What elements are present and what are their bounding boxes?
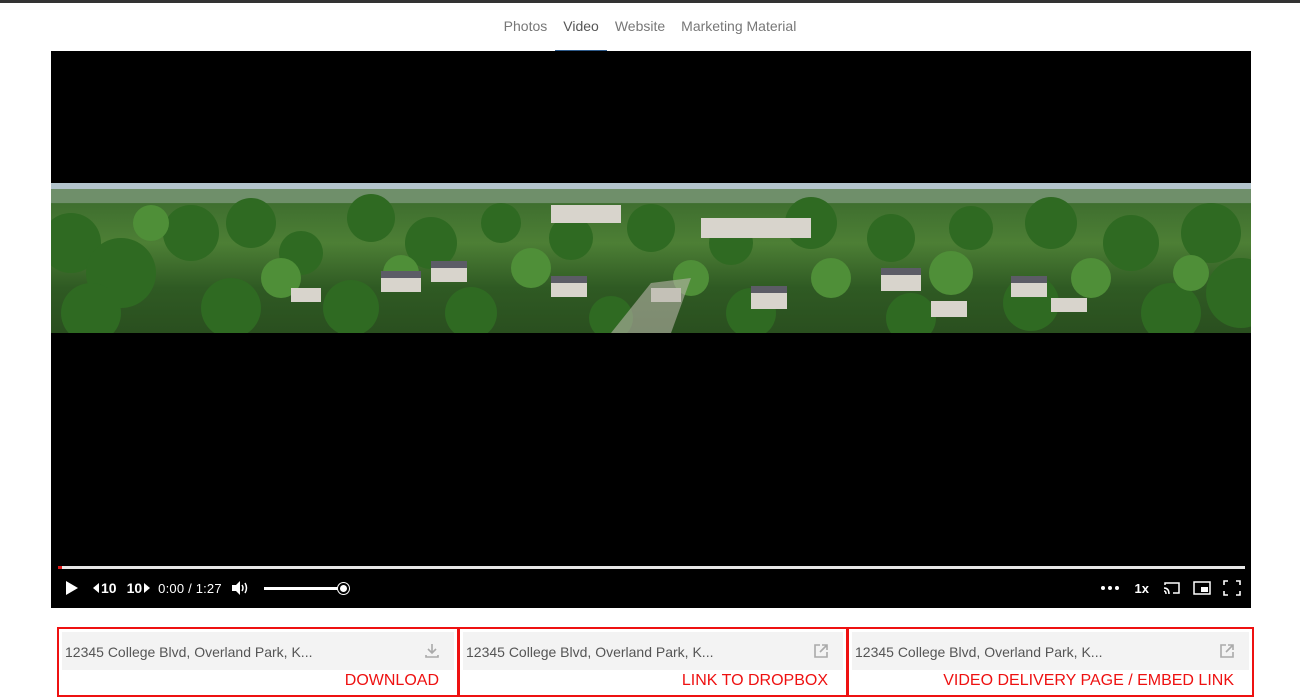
picture-in-picture-icon bbox=[1193, 581, 1211, 595]
play-icon bbox=[66, 581, 78, 595]
download-link-row[interactable]: 12345 College Blvd, Overland Park, K... bbox=[62, 632, 454, 670]
media-tabs: Photos Video Website Marketing Material bbox=[0, 12, 1300, 52]
volume-slider-handle[interactable] bbox=[337, 582, 349, 594]
more-options-button[interactable] bbox=[1099, 586, 1121, 590]
volume-slider[interactable] bbox=[263, 582, 349, 594]
cast-button[interactable] bbox=[1163, 581, 1181, 595]
delivery-page-link-row[interactable]: 12345 College Blvd, Overland Park, K... bbox=[852, 632, 1249, 670]
time-display: 0:00 / 1:27 bbox=[158, 580, 222, 596]
rewind-arrow-icon bbox=[93, 583, 99, 593]
volume-icon bbox=[231, 581, 248, 595]
player-controls: 10 10 0:00 / 1:27 1x bbox=[51, 575, 1251, 601]
delivery-page-annotation: VIDEO DELIVERY PAGE / EMBED LINK bbox=[943, 672, 1234, 689]
video-address: 12345 College Blvd, Overland Park, K... bbox=[65, 644, 313, 660]
download-annotation: DOWNLOAD bbox=[344, 672, 439, 689]
tab-photos[interactable]: Photos bbox=[496, 12, 556, 52]
tab-video[interactable]: Video bbox=[555, 12, 607, 52]
skip-forward-button[interactable]: 10 bbox=[127, 580, 151, 596]
video-frame-aerial-neighborhood[interactable] bbox=[51, 183, 1251, 333]
external-link-icon[interactable] bbox=[813, 643, 829, 659]
tab-website[interactable]: Website bbox=[607, 12, 673, 52]
tab-marketing-material[interactable]: Marketing Material bbox=[673, 12, 804, 52]
skip-back-button[interactable]: 10 bbox=[93, 580, 117, 596]
progress-bar[interactable] bbox=[58, 566, 1245, 569]
video-link-cards: 12345 College Blvd, Overland Park, K... … bbox=[57, 627, 1257, 699]
fullscreen-icon bbox=[1223, 580, 1241, 596]
dropbox-link-row[interactable]: 12345 College Blvd, Overland Park, K... bbox=[463, 632, 843, 670]
play-button[interactable] bbox=[63, 580, 81, 596]
delivery-page-card: 12345 College Blvd, Overland Park, K... … bbox=[847, 627, 1254, 697]
cast-icon bbox=[1163, 582, 1180, 595]
dropbox-card: 12345 College Blvd, Overland Park, K... … bbox=[458, 627, 848, 697]
fullscreen-button[interactable] bbox=[1223, 580, 1241, 596]
skip-back-label: 10 bbox=[101, 580, 117, 596]
forward-arrow-icon bbox=[144, 583, 151, 593]
video-address: 12345 College Blvd, Overland Park, K... bbox=[855, 644, 1103, 660]
playback-speed-button[interactable]: 1x bbox=[1135, 581, 1149, 596]
external-link-icon[interactable] bbox=[1219, 643, 1235, 659]
skip-forward-label: 10 bbox=[126, 580, 143, 596]
video-address: 12345 College Blvd, Overland Park, K... bbox=[466, 644, 714, 660]
download-card: 12345 College Blvd, Overland Park, K... … bbox=[57, 627, 459, 697]
more-dots-icon bbox=[1100, 586, 1119, 590]
video-player[interactable]: 10 10 0:00 / 1:27 1x bbox=[51, 51, 1251, 608]
top-border bbox=[0, 0, 1300, 3]
picture-in-picture-button[interactable] bbox=[1193, 581, 1211, 595]
dropbox-annotation: LINK TO DROPBOX bbox=[681, 672, 828, 689]
volume-button[interactable] bbox=[231, 581, 250, 595]
aerial-scene-image bbox=[51, 183, 1251, 333]
progress-fill bbox=[58, 566, 62, 569]
download-icon[interactable] bbox=[424, 643, 440, 659]
